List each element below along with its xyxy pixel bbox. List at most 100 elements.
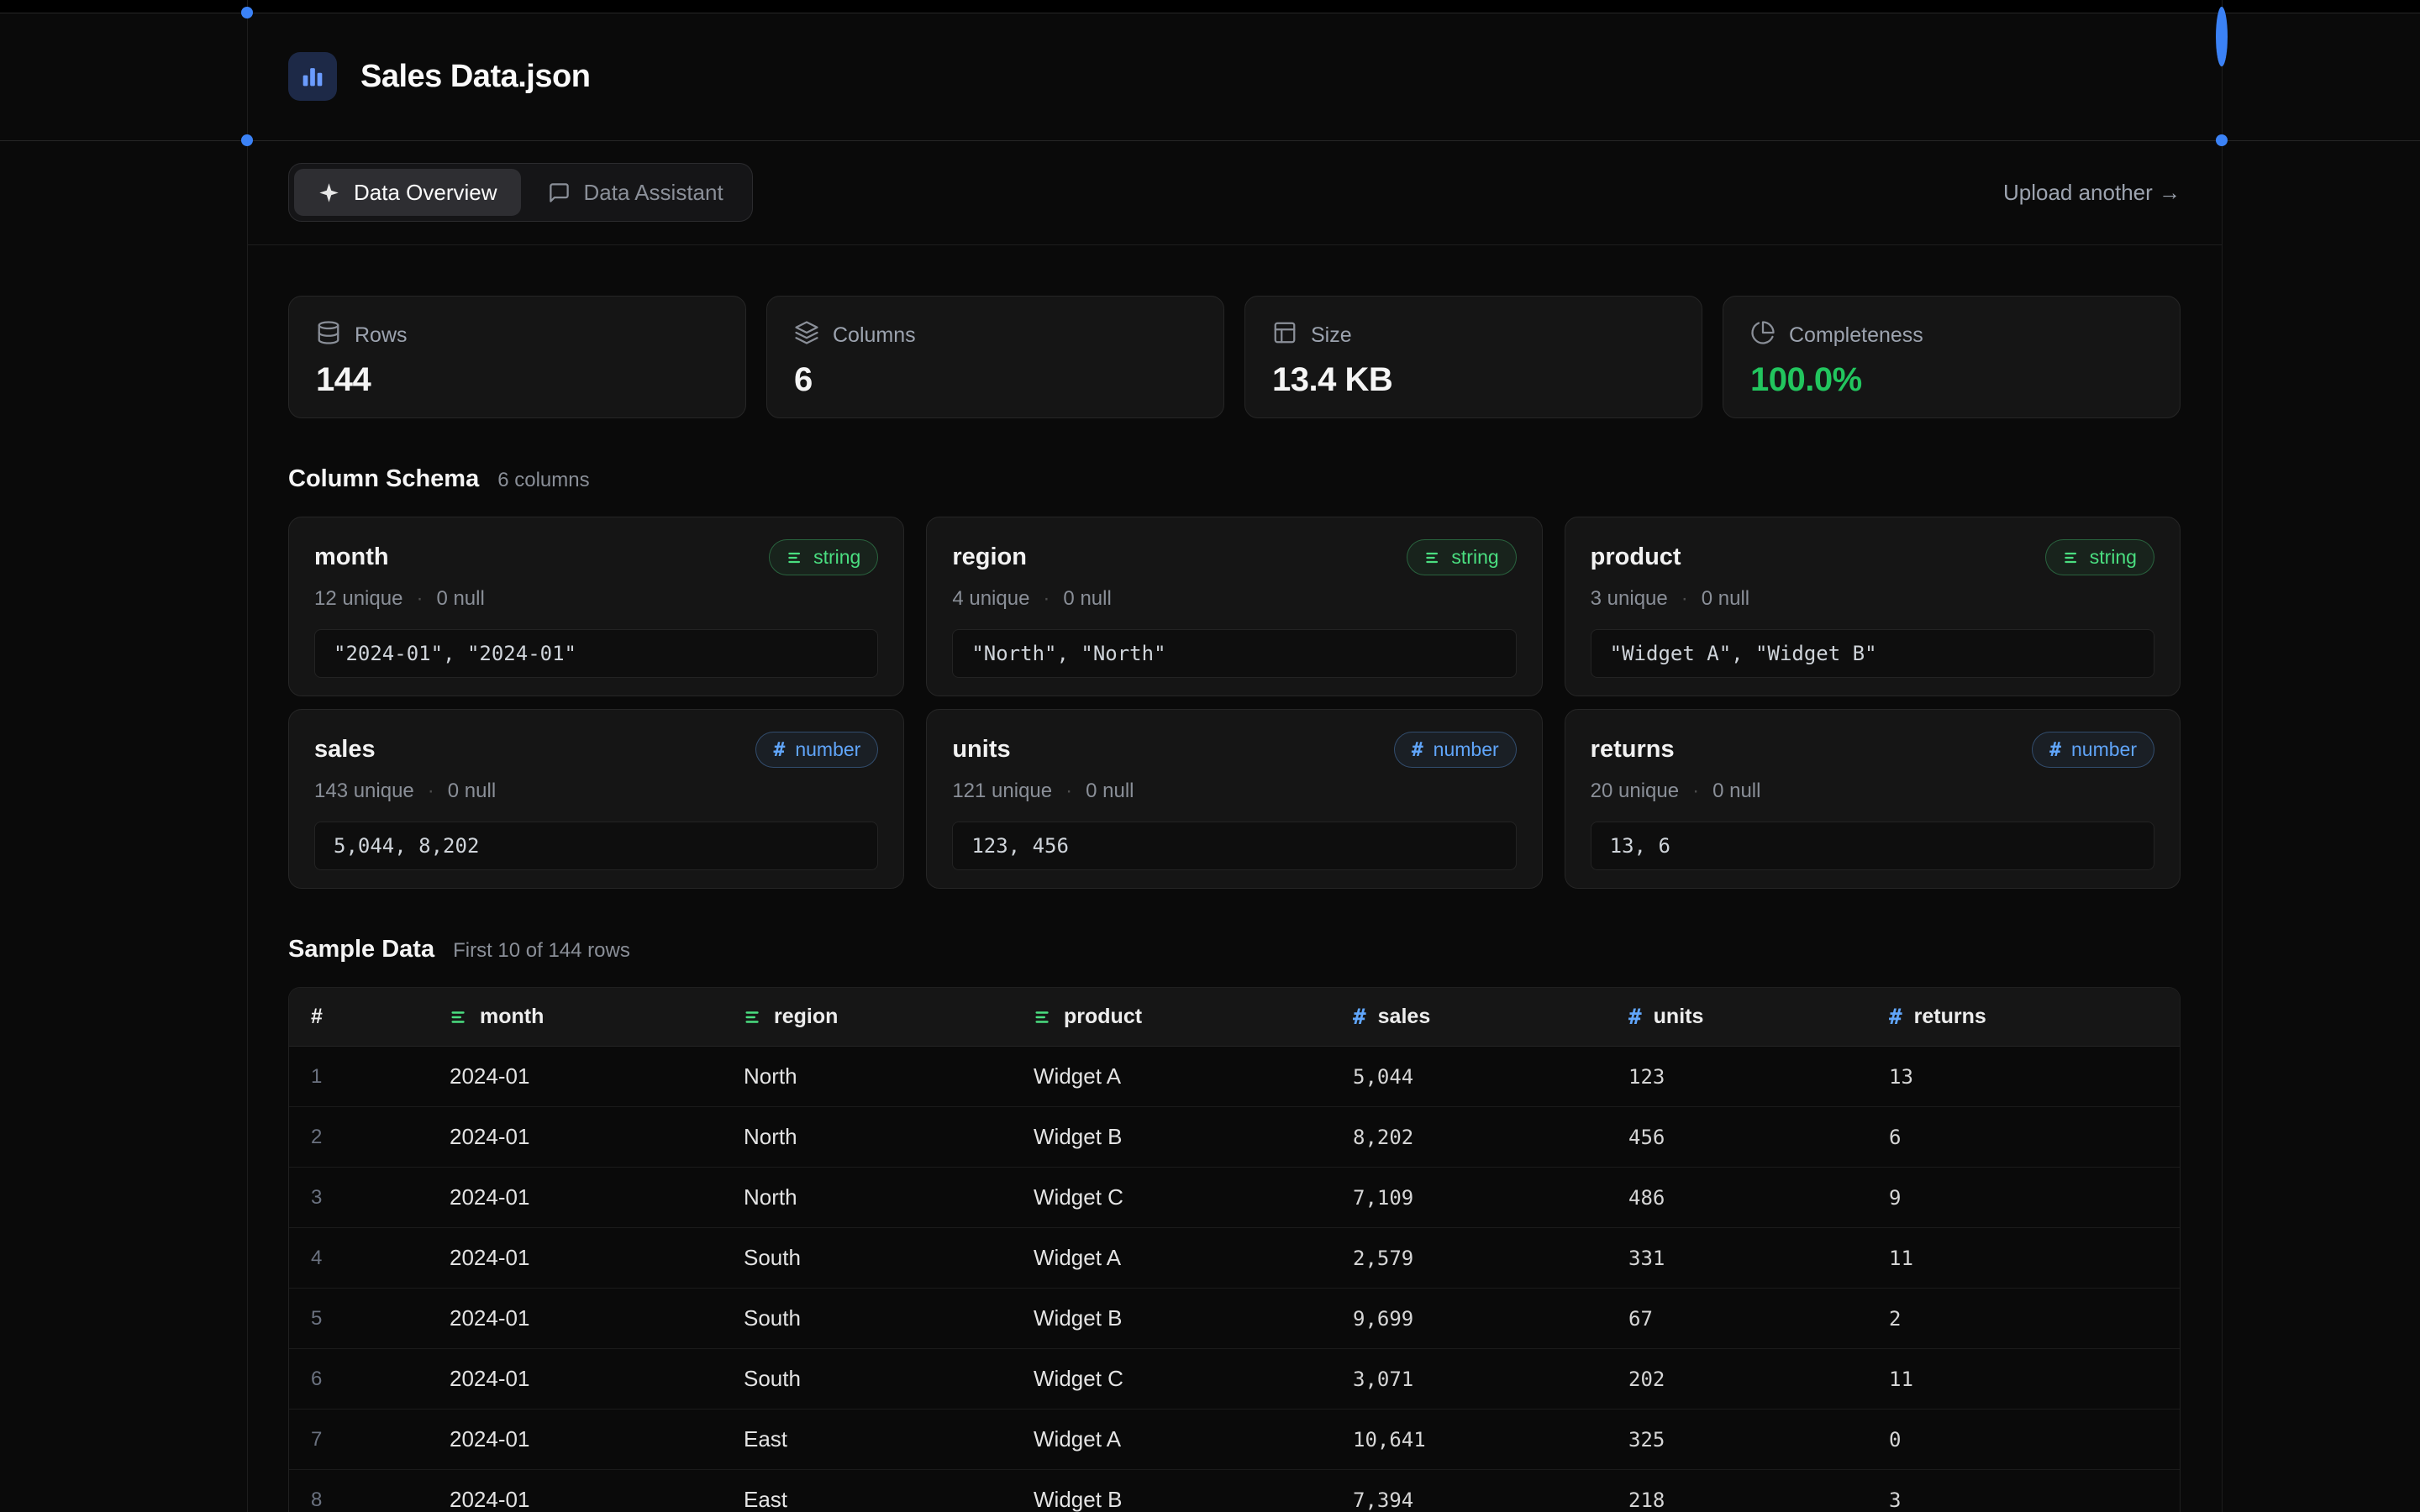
schema-grid: month # string 12 unique · 0 null "2024-… xyxy=(247,517,2222,889)
schema-card: sales # number 143 unique · 0 null 5,044… xyxy=(288,709,904,889)
column-header-returns: #returns xyxy=(1867,1005,2180,1030)
table-row: 82024-01EastWidget B7,3942183 xyxy=(289,1470,2180,1512)
selection-handle-bottom-left[interactable] xyxy=(241,134,253,146)
sample-section-subtitle: First 10 of 144 rows xyxy=(453,939,630,963)
bar-chart-icon xyxy=(288,52,337,101)
number-type-icon: # xyxy=(1889,1005,1902,1030)
column-header-label: # xyxy=(311,1005,323,1029)
page-title: Sales Data.json xyxy=(360,59,590,95)
sparkle-icon xyxy=(318,181,340,204)
guide-line-left xyxy=(247,0,248,1512)
cell-units: 202 xyxy=(1607,1368,1867,1391)
schema-card: month # string 12 unique · 0 null "2024-… xyxy=(288,517,904,696)
top-strip xyxy=(0,0,2420,13)
cell-region: South xyxy=(722,1245,1012,1271)
cell-product: Widget B xyxy=(1012,1487,1331,1512)
column-header-units: #units xyxy=(1607,1005,1867,1030)
schema-section-title: Column Schema xyxy=(288,465,479,493)
string-type-icon xyxy=(2063,549,2080,566)
tab-data-overview[interactable]: Data Overview xyxy=(294,169,521,216)
null-count: 0 null xyxy=(1063,587,1111,611)
type-badge: # string xyxy=(2045,539,2154,575)
cell-units: 218 xyxy=(1607,1488,1867,1512)
schema-meta: 20 unique · 0 null xyxy=(1591,780,2154,803)
selection-handle-bottom-right[interactable] xyxy=(2216,134,2228,146)
stat-value: 100.0% xyxy=(1750,361,2153,399)
column-header-label: region xyxy=(774,1005,838,1029)
cell-units: 456 xyxy=(1607,1126,1867,1149)
schema-card: units # number 121 unique · 0 null 123, … xyxy=(926,709,1542,889)
table-row: 42024-01SouthWidget A2,57933111 xyxy=(289,1228,2180,1289)
schema-column-name: sales xyxy=(314,736,376,764)
null-count: 0 null xyxy=(1702,587,1749,611)
guide-line-right xyxy=(2222,0,2223,1512)
table-row: 12024-01NorthWidget A5,04412313 xyxy=(289,1047,2180,1107)
type-badge-label: string xyxy=(813,546,860,569)
table-row: 72024-01EastWidget A10,6413250 xyxy=(289,1410,2180,1470)
cell-month: 2024-01 xyxy=(428,1487,722,1512)
type-badge-label: string xyxy=(1451,546,1498,569)
unique-count: 20 unique xyxy=(1591,780,1679,803)
column-header-label: sales xyxy=(1378,1005,1431,1029)
cell-sales: 7,109 xyxy=(1331,1186,1607,1210)
cell-month: 2024-01 xyxy=(428,1063,722,1089)
schema-section-subtitle: 6 columns xyxy=(497,469,589,492)
dot-separator: · xyxy=(1681,587,1688,611)
sample-values: "Widget A", "Widget B" xyxy=(1591,629,2154,678)
chat-icon xyxy=(548,181,571,204)
unique-count: 143 unique xyxy=(314,780,414,803)
number-type-icon: # xyxy=(2049,739,2061,761)
type-badge-label: number xyxy=(2071,738,2137,761)
stat-card-columns: Columns 6 xyxy=(766,296,1224,418)
cell-sales: 5,044 xyxy=(1331,1065,1607,1089)
type-badge: # number xyxy=(2032,732,2154,768)
null-count: 0 null xyxy=(1086,780,1134,803)
stats-row: Rows 144 Columns 6 Size 13.4 KB Complete… xyxy=(247,296,2222,418)
string-type-icon xyxy=(450,1008,468,1026)
schema-meta: 4 unique · 0 null xyxy=(952,587,1516,611)
cell-returns: 3 xyxy=(1867,1488,2180,1512)
upload-another-link[interactable]: Upload another → xyxy=(2003,180,2181,206)
stat-value: 13.4 KB xyxy=(1272,361,1675,399)
tab-data-assistant[interactable]: Data Assistant xyxy=(524,169,747,216)
string-type-icon xyxy=(1034,1008,1052,1026)
type-badge-label: string xyxy=(2090,546,2137,569)
cell-index: 7 xyxy=(289,1428,428,1452)
stat-label: Size xyxy=(1311,323,1352,348)
stat-value: 144 xyxy=(316,361,718,399)
stat-label: Completeness xyxy=(1789,323,1923,348)
cell-sales: 8,202 xyxy=(1331,1126,1607,1149)
cell-returns: 9 xyxy=(1867,1186,2180,1210)
selection-handle-top-left[interactable] xyxy=(241,7,253,18)
string-type-icon xyxy=(744,1008,762,1026)
null-count: 0 null xyxy=(436,587,484,611)
cell-month: 2024-01 xyxy=(428,1366,722,1392)
schema-column-name: region xyxy=(952,543,1027,571)
stat-card-rows: Rows 144 xyxy=(288,296,746,418)
cell-returns: 2 xyxy=(1867,1307,2180,1331)
cell-units: 67 xyxy=(1607,1307,1867,1331)
cell-product: Widget B xyxy=(1012,1124,1331,1150)
stat-card-completeness: Completeness 100.0% xyxy=(1723,296,2181,418)
number-type-icon: # xyxy=(1353,1005,1366,1030)
cell-month: 2024-01 xyxy=(428,1426,722,1452)
column-header-region: region xyxy=(722,1005,1012,1029)
sample-values: "2024-01", "2024-01" xyxy=(314,629,878,678)
dot-separator: · xyxy=(428,780,434,803)
cell-sales: 9,699 xyxy=(1331,1307,1607,1331)
cell-product: Widget A xyxy=(1012,1063,1331,1089)
cell-units: 331 xyxy=(1607,1247,1867,1270)
type-badge: # number xyxy=(755,732,878,768)
cell-region: North xyxy=(722,1184,1012,1210)
table-row: 22024-01NorthWidget B8,2024566 xyxy=(289,1107,2180,1168)
tabs-bar: Data Overview Data Assistant Upload anot… xyxy=(247,140,2222,245)
guide-line-bottom xyxy=(0,140,2420,141)
selection-handle-top-right[interactable] xyxy=(2216,7,2228,67)
cell-units: 486 xyxy=(1607,1186,1867,1210)
cell-month: 2024-01 xyxy=(428,1305,722,1331)
table-body: 12024-01NorthWidget A5,0441231322024-01N… xyxy=(289,1047,2180,1512)
unique-count: 3 unique xyxy=(1591,587,1668,611)
cell-index: 6 xyxy=(289,1368,428,1391)
dot-separator: · xyxy=(1043,587,1050,611)
layers-icon xyxy=(794,320,819,351)
